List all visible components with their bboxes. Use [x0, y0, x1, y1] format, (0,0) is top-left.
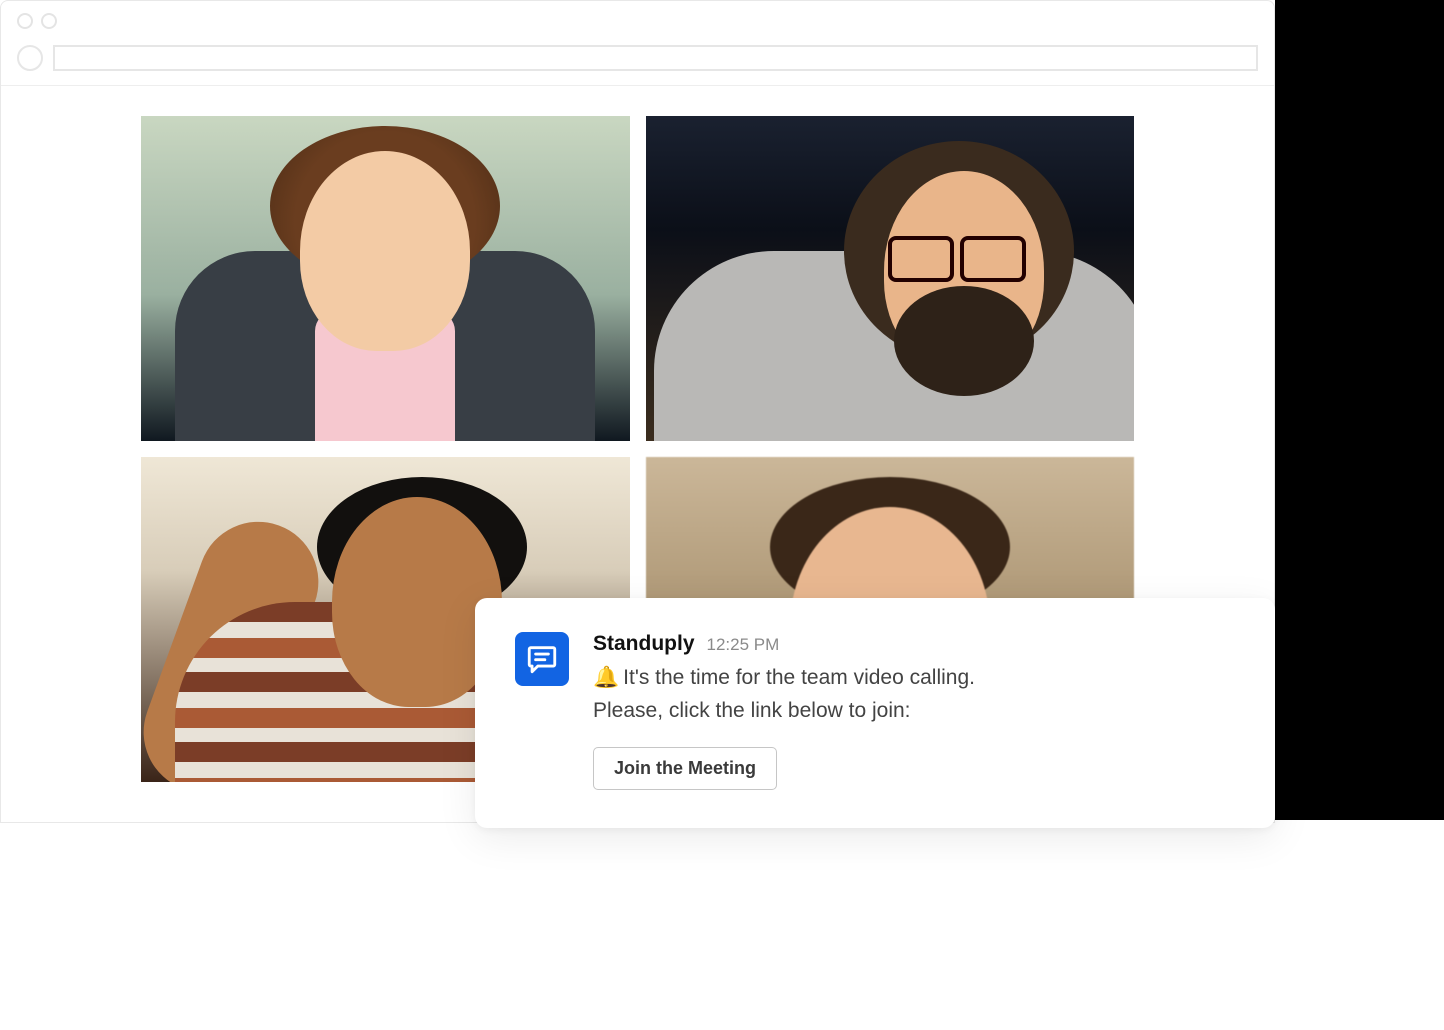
standuply-app-icon	[515, 632, 569, 686]
page-stage: Standuply 12:25 PM 🔔It's the time for th…	[0, 0, 1275, 823]
browser-titlebar	[1, 1, 1274, 41]
glasses-icon	[888, 236, 1026, 276]
join-meeting-button[interactable]: Join the Meeting	[593, 747, 777, 790]
notification-body: Standuply 12:25 PM 🔔It's the time for th…	[593, 632, 1235, 790]
notification-line1: It's the time for the team video calling…	[623, 666, 975, 689]
slack-notification-card: Standuply 12:25 PM 🔔It's the time for th…	[475, 598, 1275, 828]
notification-timestamp: 12:25 PM	[707, 635, 780, 655]
notification-message: 🔔It's the time for the team video callin…	[593, 662, 1235, 727]
bell-icon: 🔔	[593, 666, 619, 689]
back-button[interactable]	[17, 45, 43, 71]
notification-header: Standuply 12:25 PM	[593, 632, 1235, 656]
url-bar[interactable]	[53, 45, 1258, 71]
chat-bubble-icon	[525, 642, 559, 676]
browser-toolbar	[1, 41, 1274, 86]
window-controls	[17, 13, 57, 29]
window-dot[interactable]	[41, 13, 57, 29]
participant-beard	[894, 286, 1034, 396]
participant-face	[300, 151, 470, 351]
video-tile[interactable]	[141, 116, 630, 441]
window-dot[interactable]	[17, 13, 33, 29]
right-black-band	[1275, 0, 1444, 820]
notification-sender: Standuply	[593, 632, 695, 656]
notification-line2: Please, click the link below to join:	[593, 699, 911, 722]
video-tile[interactable]	[646, 116, 1135, 441]
